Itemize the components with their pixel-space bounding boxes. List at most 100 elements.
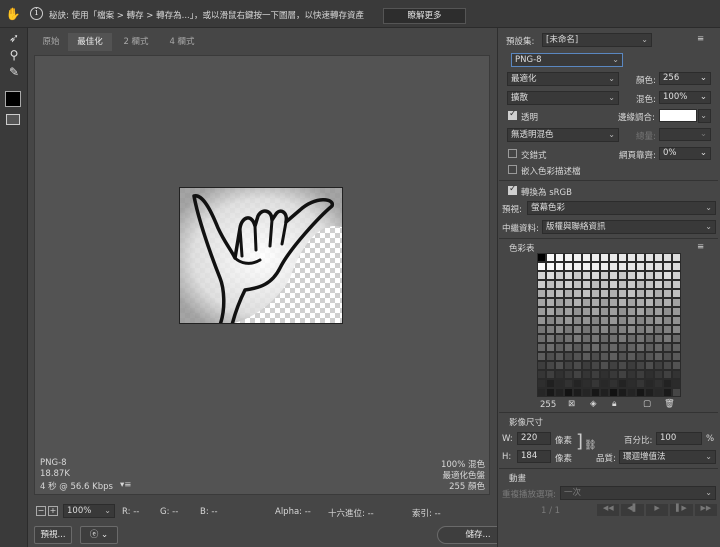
color-swatch[interactable] — [582, 379, 591, 388]
color-swatch[interactable] — [537, 325, 546, 334]
color-swatch[interactable] — [609, 379, 618, 388]
color-swatch[interactable] — [672, 370, 681, 379]
color-swatch[interactable] — [627, 289, 636, 298]
color-swatch[interactable] — [645, 334, 654, 343]
color-swatch[interactable] — [627, 361, 636, 370]
color-swatch[interactable] — [636, 388, 645, 397]
color-swatch[interactable] — [663, 334, 672, 343]
color-swatch[interactable] — [654, 352, 663, 361]
color-swatch[interactable] — [582, 370, 591, 379]
color-swatch[interactable] — [663, 370, 672, 379]
color-swatch[interactable] — [618, 307, 627, 316]
color-swatch[interactable] — [591, 271, 600, 280]
color-swatch[interactable] — [663, 316, 672, 325]
color-swatch[interactable] — [609, 334, 618, 343]
color-swatch[interactable] — [672, 307, 681, 316]
color-swatch[interactable] — [645, 370, 654, 379]
delete-color-icon[interactable]: 🗑︎ — [664, 399, 675, 409]
color-swatch[interactable] — [564, 361, 573, 370]
color-swatch[interactable] — [672, 325, 681, 334]
color-swatch[interactable] — [537, 379, 546, 388]
color-table[interactable] — [537, 253, 681, 397]
color-swatch[interactable] — [546, 370, 555, 379]
color-swatch[interactable] — [546, 289, 555, 298]
color-swatch[interactable] — [636, 280, 645, 289]
color-swatch[interactable] — [609, 325, 618, 334]
transparency-checkbox[interactable] — [508, 109, 517, 120]
color-swatch[interactable] — [627, 334, 636, 343]
color-swatch[interactable] — [600, 280, 609, 289]
color-swatch[interactable] — [627, 352, 636, 361]
color-swatch[interactable] — [591, 307, 600, 316]
color-swatch[interactable] — [591, 352, 600, 361]
color-swatch[interactable] — [672, 334, 681, 343]
color-swatch[interactable] — [618, 298, 627, 307]
color-swatch[interactable] — [636, 325, 645, 334]
color-swatch[interactable] — [537, 334, 546, 343]
color-swatch[interactable] — [555, 307, 564, 316]
color-swatch[interactable] — [582, 316, 591, 325]
color-swatch[interactable] — [591, 262, 600, 271]
color-swatch[interactable] — [555, 370, 564, 379]
color-swatch[interactable] — [564, 316, 573, 325]
color-swatch[interactable] — [582, 271, 591, 280]
slice-select-icon[interactable]: ➶ — [5, 30, 23, 46]
new-color-icon[interactable]: ▢ — [643, 399, 651, 409]
color-swatch[interactable] — [600, 361, 609, 370]
color-swatch[interactable] — [618, 361, 627, 370]
color-swatch[interactable] — [546, 271, 555, 280]
dither-input[interactable]: 100% ⌄ — [659, 91, 711, 104]
web-shift-icon[interactable]: ◈ — [590, 399, 597, 409]
color-swatch[interactable] — [582, 343, 591, 352]
color-swatch[interactable] — [627, 298, 636, 307]
color-swatch[interactable] — [546, 316, 555, 325]
color-swatch[interactable] — [636, 262, 645, 271]
color-swatch[interactable] — [555, 352, 564, 361]
hand-icon[interactable]: ✋ — [4, 6, 22, 22]
color-swatch[interactable] — [645, 388, 654, 397]
color-swatch[interactable] — [636, 343, 645, 352]
color-swatch[interactable] — [537, 271, 546, 280]
color-swatch[interactable] — [555, 343, 564, 352]
color-swatch[interactable] — [537, 361, 546, 370]
color-swatch[interactable] — [591, 361, 600, 370]
color-swatch[interactable] — [672, 298, 681, 307]
color-swatch[interactable] — [600, 253, 609, 262]
color-swatch[interactable] — [609, 253, 618, 262]
color-swatch[interactable] — [663, 307, 672, 316]
color-swatch[interactable] — [627, 307, 636, 316]
color-swatch[interactable] — [654, 253, 663, 262]
color-swatch[interactable] — [654, 334, 663, 343]
color-swatch[interactable] — [600, 379, 609, 388]
color-swatch[interactable] — [663, 325, 672, 334]
color-swatch[interactable] — [654, 379, 663, 388]
color-swatch[interactable] — [591, 343, 600, 352]
color-swatch[interactable] — [600, 262, 609, 271]
color-swatch[interactable] — [672, 262, 681, 271]
tab-original[interactable]: 原始 — [34, 33, 68, 51]
color-swatch[interactable] — [546, 253, 555, 262]
color-swatch[interactable] — [564, 307, 573, 316]
color-swatch[interactable] — [609, 289, 618, 298]
color-swatch[interactable] — [654, 262, 663, 271]
color-swatch[interactable] — [672, 271, 681, 280]
color-swatch[interactable] — [582, 289, 591, 298]
color-swatch[interactable] — [573, 262, 582, 271]
color-swatch[interactable] — [663, 379, 672, 388]
color-swatch[interactable] — [573, 379, 582, 388]
color-swatch[interactable] — [609, 307, 618, 316]
color-swatch[interactable] — [573, 334, 582, 343]
color-swatch[interactable] — [537, 262, 546, 271]
color-swatch[interactable] — [546, 280, 555, 289]
color-swatch[interactable] — [627, 280, 636, 289]
color-swatch[interactable] — [654, 388, 663, 397]
color-swatch[interactable] — [600, 352, 609, 361]
matte-color-swatch[interactable] — [659, 109, 697, 122]
color-swatch[interactable] — [537, 352, 546, 361]
color-swatch[interactable] — [564, 271, 573, 280]
color-swatch[interactable] — [555, 253, 564, 262]
color-swatch[interactable] — [609, 352, 618, 361]
last-frame-button[interactable]: ▶▶ — [694, 504, 718, 516]
color-swatch[interactable] — [636, 316, 645, 325]
foreground-color-swatch[interactable] — [5, 91, 21, 107]
